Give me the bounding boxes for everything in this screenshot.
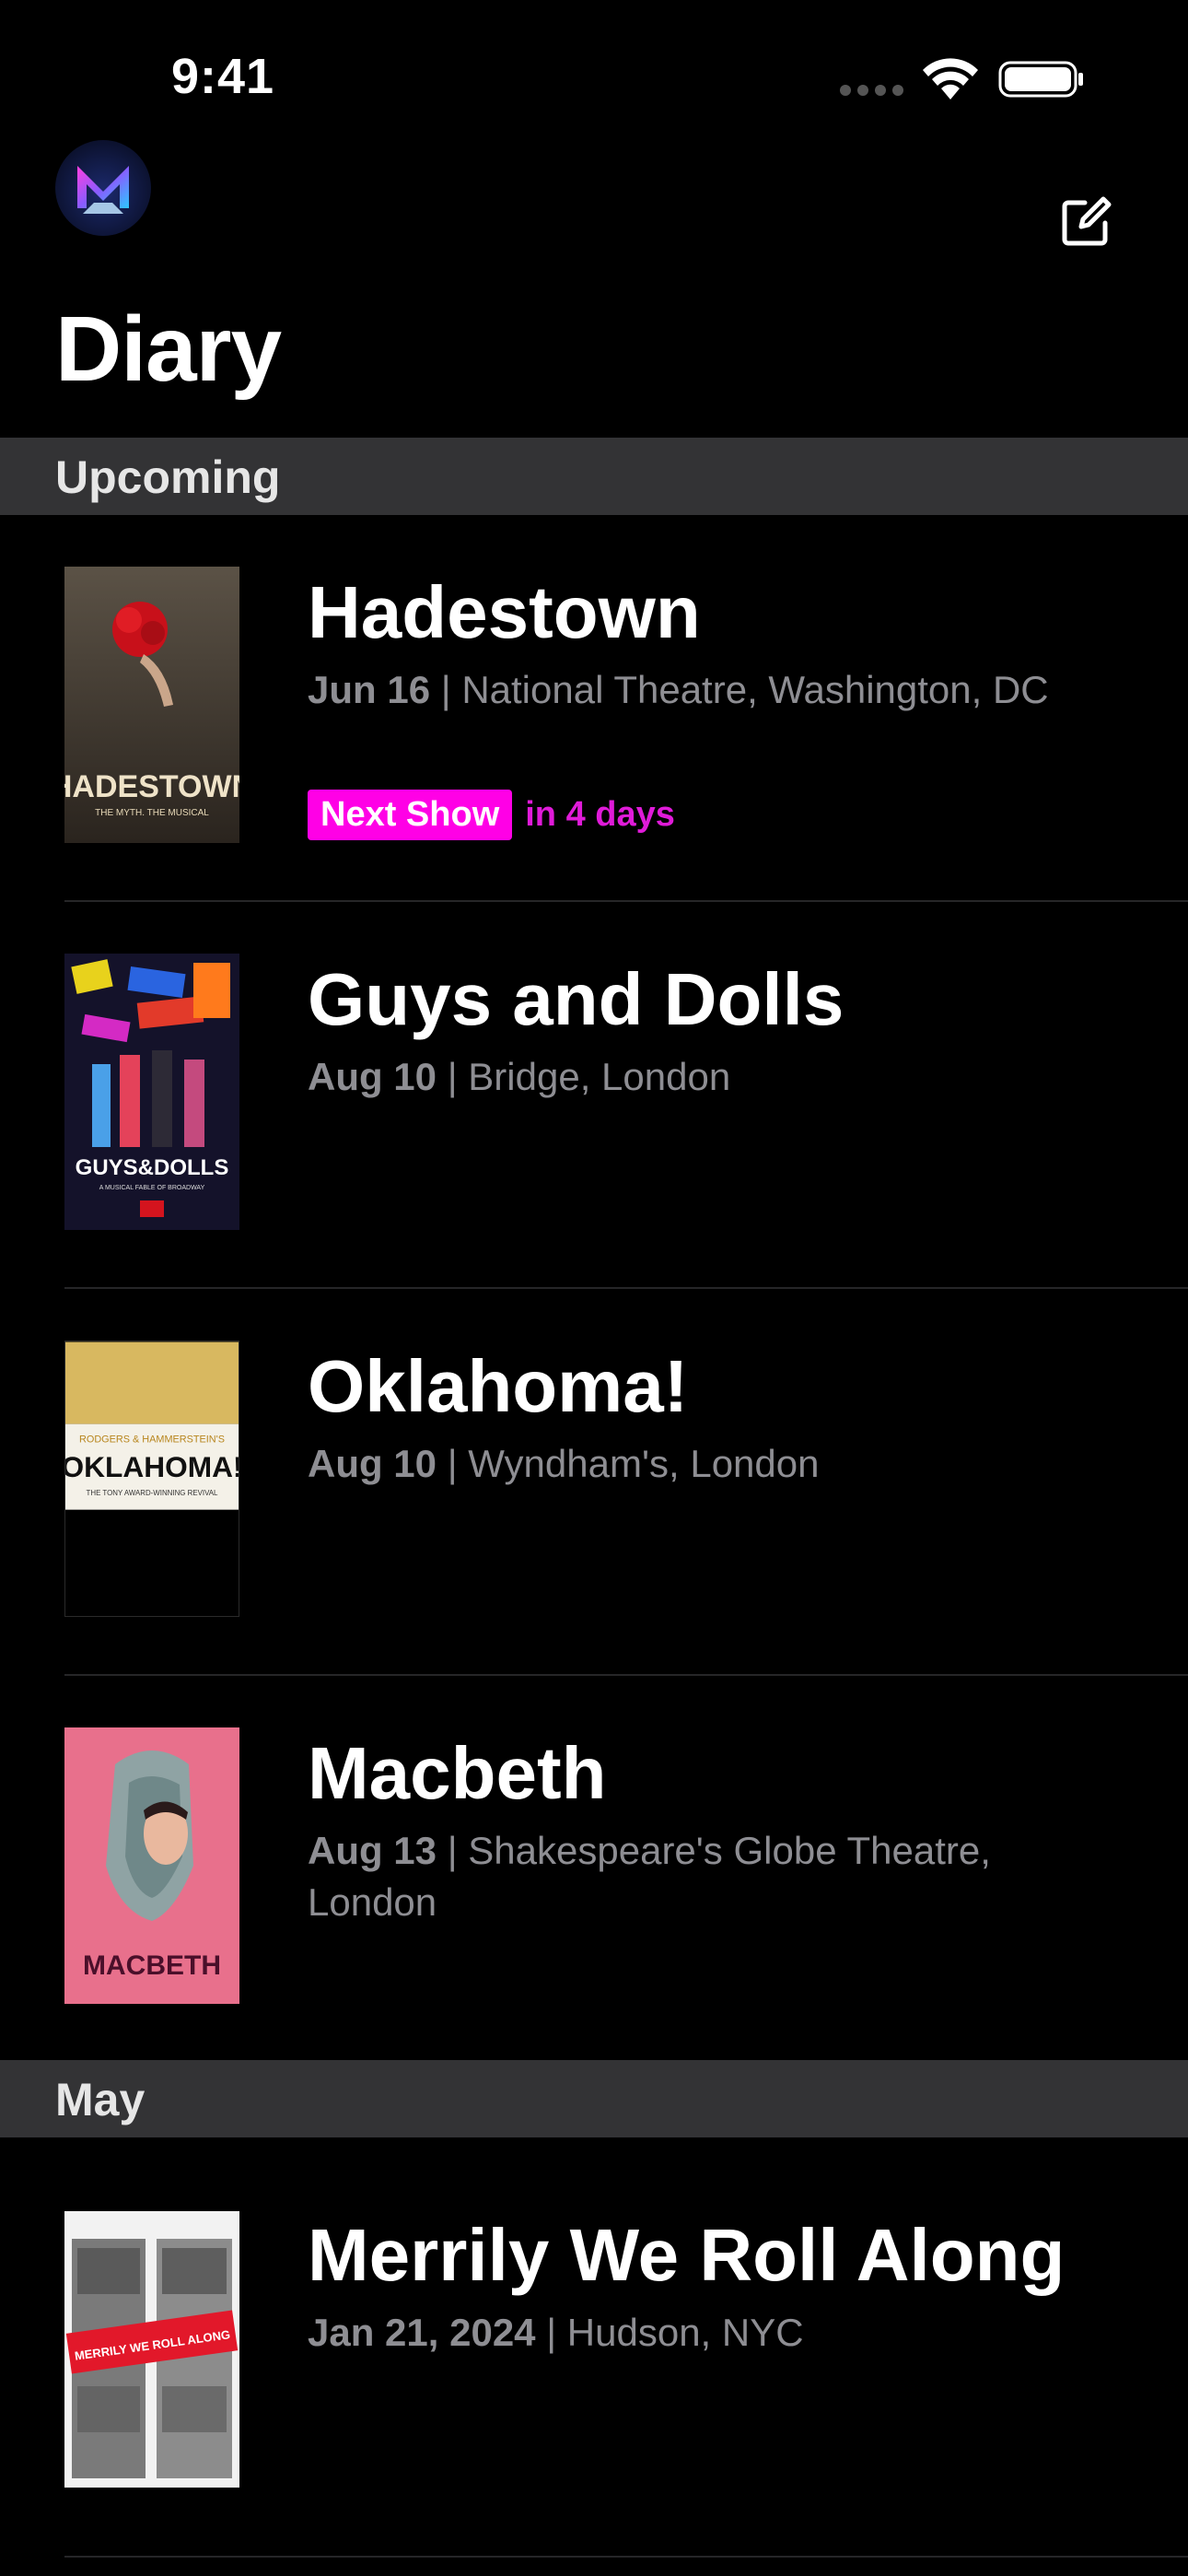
show-title: Oklahoma!: [308, 1345, 689, 1427]
cellular-signal-icon: [840, 85, 904, 96]
page-title: Diary: [55, 298, 282, 401]
wifi-icon: [923, 58, 978, 100]
show-details: Jan 21, 2024 | Hudson, NYC: [308, 2311, 804, 2354]
app-logo-icon[interactable]: [55, 140, 151, 236]
status-time: 9:41: [171, 49, 275, 104]
show-title: Hadestown: [308, 571, 701, 653]
show-date: Jun 16: [308, 668, 431, 711]
show-title: Guys and Dolls: [308, 958, 844, 1040]
countdown-label: in 4 days: [525, 795, 675, 834]
poster-image: HADESTOWN THE MYTH. THE MUSICAL: [64, 567, 239, 843]
list-item-merrily-we-roll-along[interactable]: MERRILY WE ROLL ALONG Merrily We Roll Al…: [0, 2137, 1188, 2558]
poster-text: HADESTOWN: [64, 769, 239, 804]
poster-image: GUYS&DOLLS A MUSICAL FABLE OF BROADWAY: [64, 954, 239, 1230]
poster-text: GUYS&DOLLS: [76, 1155, 229, 1180]
list-item-oklahoma[interactable]: RODGERS & HAMMERSTEIN'S OKLAHOMA! THE TO…: [0, 1289, 1188, 1676]
row-divider: [64, 2556, 1188, 2558]
show-date: Aug 13: [308, 1829, 437, 1872]
poster-text: OKLAHOMA!: [65, 1450, 239, 1483]
show-date: Jan 21, 2024: [308, 2311, 536, 2354]
show-date: Aug 10: [308, 1055, 437, 1098]
section-header-may: May: [0, 2060, 1188, 2137]
show-venue: Hudson, NYC: [566, 2311, 804, 2354]
show-venue: Wyndham's, London: [468, 1442, 820, 1485]
svg-text:THE TONY AWARD-WINNING REVIVAL: THE TONY AWARD-WINNING REVIVAL: [87, 1489, 219, 1497]
svg-text:THE MYTH. THE MUSICAL: THE MYTH. THE MUSICAL: [95, 808, 209, 818]
section-title: May: [55, 2074, 146, 2125]
show-title: Merrily We Roll Along: [308, 2214, 1066, 2296]
show-details: Aug 10 | Bridge, London: [308, 1055, 731, 1098]
show-title: Macbeth: [308, 1732, 607, 1814]
svg-text:A MUSICAL FABLE OF BROADWAY: A MUSICAL FABLE OF BROADWAY: [99, 1185, 205, 1191]
show-details: Aug 13 | Shakespeare's Globe Theatre, Lo…: [308, 1829, 991, 1924]
show-details: Jun 16 | National Theatre, Washington, D…: [308, 668, 1049, 711]
show-date: Aug 10: [308, 1442, 437, 1485]
poster-image: MERRILY WE ROLL ALONG: [64, 2211, 239, 2488]
poster-image: RODGERS & HAMMERSTEIN'S OKLAHOMA! THE TO…: [64, 1341, 239, 1617]
section-header-upcoming: Upcoming: [0, 438, 1188, 515]
poster-image: MACBETH: [64, 1727, 239, 2004]
show-details: Aug 10 | Wyndham's, London: [308, 1442, 820, 1485]
next-show-badge: Next Show: [308, 790, 513, 840]
poster-text: MACBETH: [83, 1950, 221, 1981]
battery-icon: [998, 61, 1083, 98]
list-item-macbeth[interactable]: MACBETH Macbeth Aug 13 | Shakespeare's G…: [0, 1676, 1188, 2060]
compose-icon[interactable]: [1059, 195, 1112, 249]
list-item-guys-and-dolls[interactable]: GUYS&DOLLS A MUSICAL FABLE OF BROADWAY G…: [0, 902, 1188, 1289]
show-venue: National Theatre, Washington, DC: [461, 668, 1049, 711]
svg-text:RODGERS & HAMMERSTEIN'S: RODGERS & HAMMERSTEIN'S: [79, 1434, 225, 1445]
status-bar: 9:41: [0, 0, 1188, 157]
next-show-indicator: Next Show in 4 days: [308, 790, 675, 841]
list-item-hadestown[interactable]: HADESTOWN THE MYTH. THE MUSICAL Hadestow…: [0, 515, 1188, 902]
show-venue: Bridge, London: [468, 1055, 731, 1098]
section-title: Upcoming: [55, 451, 281, 503]
